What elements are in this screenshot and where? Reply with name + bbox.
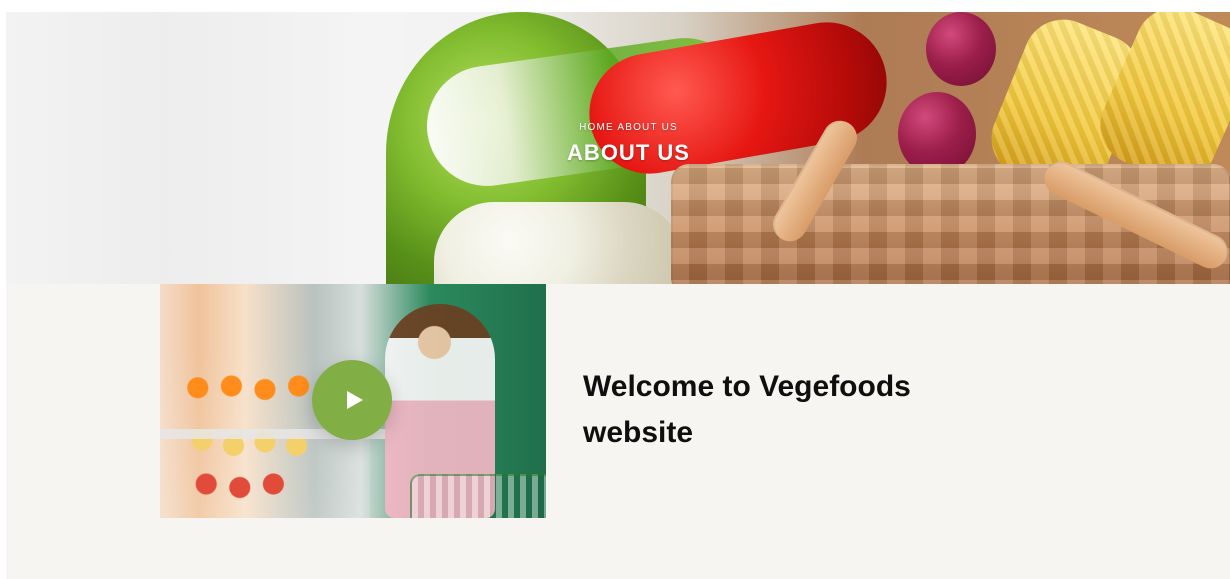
page-title: About us: [567, 140, 690, 165]
play-button[interactable]: [312, 360, 392, 440]
hero-title-block: Home About us About us: [547, 122, 710, 166]
hero-cauliflower-image: [434, 202, 684, 284]
breadcrumb-home[interactable]: Home: [579, 122, 614, 133]
breadcrumb: Home About us: [547, 122, 710, 134]
about-heading: Welcome to Vegefoods website: [583, 370, 911, 449]
hero-onion-image: [926, 12, 996, 86]
shopping-cart-image: [410, 474, 546, 518]
play-icon: [347, 391, 363, 409]
about-section: Welcome to Vegefoods website: [6, 284, 1230, 579]
breadcrumb-about: About us: [617, 122, 678, 133]
hero-banner: Home About us About us: [6, 12, 1230, 284]
